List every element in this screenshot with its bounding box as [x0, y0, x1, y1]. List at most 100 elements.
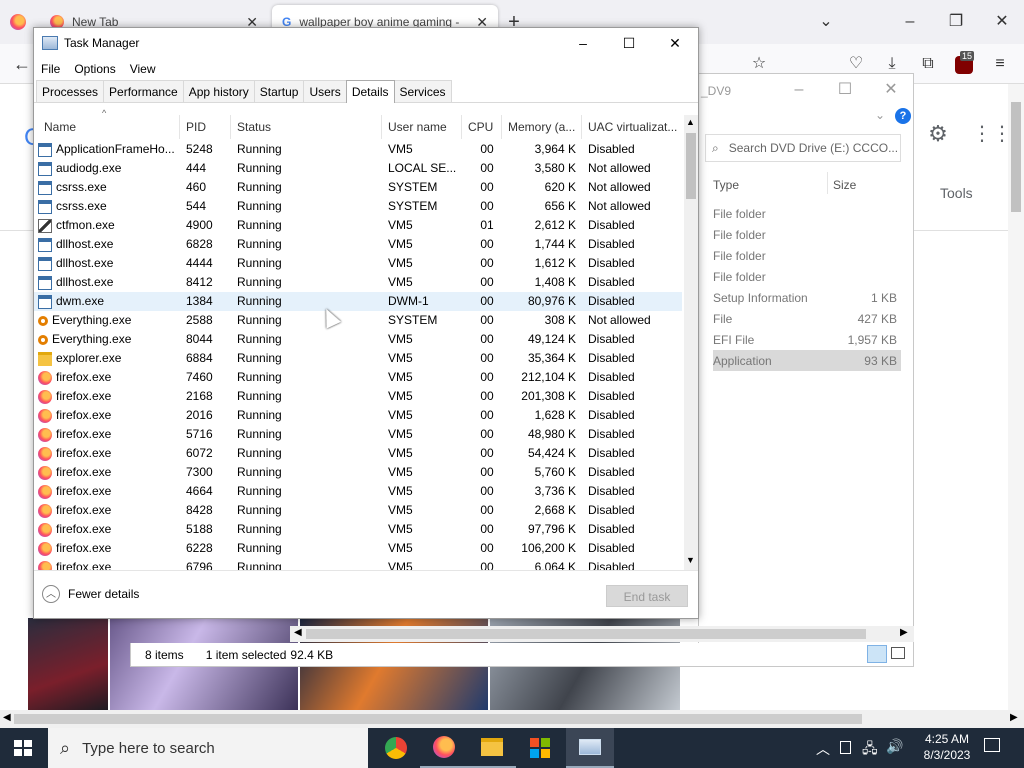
scroll-thumb[interactable] — [14, 714, 862, 724]
table-row[interactable]: firefox.exe 7300 Running VM5 00 5,760 K Disabl… — [34, 463, 682, 482]
task-manager-icon[interactable] — [566, 728, 614, 768]
clock[interactable]: 4:25 AM 8/3/2023 — [914, 731, 980, 763]
table-row[interactable]: firefox.exe 6796 Running VM5 00 6,064 K Disabl… — [34, 558, 682, 570]
scroll-thumb[interactable] — [1011, 102, 1021, 212]
scroll-left-icon[interactable]: ◀ — [3, 712, 11, 723]
close-window-icon[interactable]: ✕ — [652, 28, 698, 58]
table-row[interactable]: firefox.exe 4664 Running VM5 00 3,736 K Disabl… — [34, 482, 682, 501]
chevron-down-icon[interactable]: ⌄ — [814, 10, 838, 34]
column-header-size[interactable]: Size — [833, 178, 856, 192]
maximize-icon[interactable]: ☐ — [833, 78, 857, 102]
list-item[interactable]: EFI File 1,957 KB — [713, 329, 901, 350]
table-row[interactable]: Everything.exe 2588 Running SYSTEM 00 308 K No… — [34, 311, 682, 330]
table-row[interactable]: explorer.exe 6884 Running VM5 00 35,364 K Disa… — [34, 349, 682, 368]
notification-icon[interactable] — [984, 738, 1000, 752]
help-icon[interactable]: ? — [895, 108, 911, 124]
table-row[interactable]: firefox.exe 5716 Running VM5 00 48,980 K Disab… — [34, 425, 682, 444]
table-row[interactable]: firefox.exe 7460 Running VM5 00 212,104 K Disa… — [34, 368, 682, 387]
table-row[interactable]: dllhost.exe 4444 Running VM5 00 1,612 K Disabl… — [34, 254, 682, 273]
menu-view[interactable]: View — [130, 62, 156, 76]
anime-thumbnail[interactable] — [28, 618, 108, 712]
column-header-name[interactable]: Name — [38, 115, 180, 139]
table-row[interactable]: firefox.exe 6072 Running VM5 00 54,424 K Disab… — [34, 444, 682, 463]
table-row[interactable]: audiodg.exe 444 Running LOCAL SE... 00 3,580 … — [34, 159, 682, 178]
explorer-hscrollbar[interactable]: ◀ ▶ — [290, 626, 914, 642]
column-header-pid[interactable]: PID — [180, 115, 231, 139]
large-icons-view-icon[interactable] — [891, 647, 905, 659]
table-row[interactable]: csrss.exe 544 Running SYSTEM 00 656 K Not allo… — [34, 197, 682, 216]
table-row[interactable]: csrss.exe 460 Running SYSTEM 00 620 K Not allo… — [34, 178, 682, 197]
restore-icon[interactable]: ❐ — [944, 10, 968, 34]
scroll-left-icon[interactable]: ◀ — [294, 627, 302, 638]
table-row[interactable]: Everything.exe 8044 Running VM5 00 49,124 K Di… — [34, 330, 682, 349]
table-row[interactable]: firefox.exe 2168 Running VM5 00 201,308 K Disa… — [34, 387, 682, 406]
windows-start-icon[interactable] — [14, 740, 32, 756]
end-task-button[interactable]: End task — [606, 585, 688, 607]
page-vertical-scrollbar[interactable] — [1008, 84, 1024, 710]
list-item-selected[interactable]: Application 93 KB — [713, 350, 901, 371]
extensions-icon[interactable]: ⧉ — [916, 52, 940, 76]
maximize-icon[interactable]: ☐ — [606, 28, 652, 58]
column-header-status[interactable]: Status — [231, 115, 382, 139]
column-header-user-name[interactable]: User name — [382, 115, 462, 139]
list-item[interactable]: File 427 KB — [713, 308, 901, 329]
scroll-down-icon[interactable]: ▼ — [686, 555, 695, 565]
scroll-thumb[interactable] — [306, 629, 866, 639]
list-item[interactable]: Setup Information 1 KB — [713, 287, 901, 308]
settings-gear-icon[interactable]: ⚙ — [926, 122, 950, 146]
close-window-icon[interactable]: ✕ — [990, 10, 1014, 34]
minimize-icon[interactable]: – — [560, 28, 606, 58]
store-icon[interactable] — [516, 728, 564, 768]
tab-startup[interactable]: Startup — [253, 80, 305, 102]
back-icon[interactable]: ← — [10, 52, 34, 76]
tablet-icon[interactable] — [840, 741, 851, 754]
firefox-menu-icon[interactable] — [10, 14, 26, 30]
table-row[interactable]: ApplicationFrameHo... 5248 Running VM5 00 3,9… — [34, 140, 682, 159]
scroll-up-icon[interactable]: ▲ — [686, 117, 695, 127]
chevron-down-icon[interactable]: ⌄ — [875, 108, 885, 122]
column-header-cpu[interactable]: CPU — [462, 115, 502, 139]
menu-file[interactable]: File — [41, 62, 60, 76]
table-row[interactable]: dllhost.exe 6828 Running VM5 00 1,744 K Disabl… — [34, 235, 682, 254]
tools-link[interactable]: Tools — [940, 185, 973, 201]
column-header-memory[interactable]: Memory (a... — [502, 115, 582, 139]
table-row[interactable]: firefox.exe 2016 Running VM5 00 1,628 K Disabl… — [34, 406, 682, 425]
firefox-icon[interactable] — [420, 728, 468, 768]
page-horizontal-scrollbar[interactable]: ◀ ▶ — [0, 710, 1024, 728]
chevron-up-icon[interactable]: ︿ — [816, 739, 830, 759]
volume-icon[interactable]: 🔊 — [886, 738, 903, 755]
fewer-details-button[interactable]: ︿ Fewer details — [42, 585, 139, 603]
minimize-icon[interactable]: – — [898, 10, 922, 34]
table-row[interactable]: dwm.exe 1384 Running DWM-1 00 80,976 K Disable… — [34, 292, 682, 311]
list-item[interactable]: File folder — [713, 224, 901, 245]
table-row[interactable]: dllhost.exe 8412 Running VM5 00 1,408 K Disabl… — [34, 273, 682, 292]
close-window-icon[interactable]: ✕ — [879, 78, 903, 102]
table-row[interactable]: firefox.exe 5188 Running VM5 00 97,796 K Disab… — [34, 520, 682, 539]
scroll-right-icon[interactable]: ▶ — [1010, 712, 1018, 723]
minimize-icon[interactable]: – — [787, 78, 811, 102]
menu-options[interactable]: Options — [74, 62, 115, 76]
tab-details[interactable]: Details — [345, 80, 395, 103]
list-item[interactable]: File folder — [713, 245, 901, 266]
list-item[interactable]: File folder — [713, 266, 901, 287]
column-header-uac[interactable]: UAC virtualizat... — [582, 115, 684, 139]
details-view-icon[interactable] — [867, 645, 887, 663]
chrome-icon[interactable] — [372, 728, 420, 768]
column-header-type[interactable]: Type — [713, 178, 739, 192]
taskbar-search-box[interactable]: ⌕ Type here to search — [48, 728, 368, 768]
tab-app-history[interactable]: App history — [182, 80, 255, 102]
network-icon[interactable]: 🖧 — [862, 738, 878, 762]
scroll-thumb[interactable] — [686, 133, 696, 199]
list-item[interactable]: File folder — [713, 203, 901, 224]
file-explorer-icon[interactable] — [468, 728, 516, 768]
table-row[interactable]: firefox.exe 6228 Running VM5 00 106,200 K Disa… — [34, 539, 682, 558]
tab-performance[interactable]: Performance — [103, 80, 184, 102]
vertical-scrollbar[interactable]: ▲ ▼ — [684, 115, 698, 570]
explorer-search-box[interactable]: ⌕ Search DVD Drive (E:) CCCO... — [705, 134, 901, 162]
table-row[interactable]: firefox.exe 8428 Running VM5 00 2,668 K Disabl… — [34, 501, 682, 520]
apps-grid-icon[interactable]: ⋮⋮ — [972, 122, 1012, 146]
tab-processes[interactable]: Processes — [36, 80, 105, 102]
scroll-right-icon[interactable]: ▶ — [900, 627, 908, 638]
hamburger-menu-icon[interactable]: ≡ — [988, 52, 1012, 76]
tab-users[interactable]: Users — [303, 80, 347, 102]
